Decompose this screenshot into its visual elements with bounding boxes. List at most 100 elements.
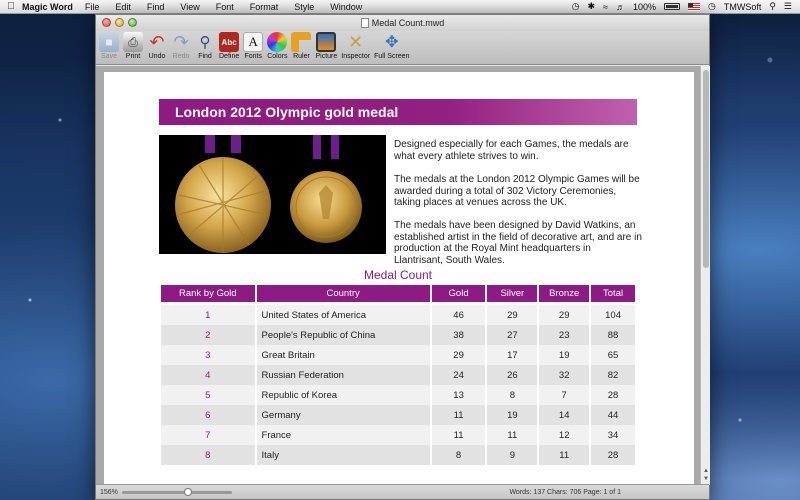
cell-silver[interactable]: 11 xyxy=(487,425,538,445)
menu-font[interactable]: Font xyxy=(216,2,234,12)
battery-percent[interactable]: 100% xyxy=(633,2,656,12)
menu-style[interactable]: Style xyxy=(294,2,314,12)
scroll-arrows[interactable]: ▲ ▼ xyxy=(701,467,711,483)
zoom-button[interactable] xyxy=(128,18,137,27)
cell-country[interactable]: People's Republic of China xyxy=(256,325,430,345)
cell-silver[interactable]: 17 xyxy=(487,345,538,365)
paragraph-1[interactable]: Designed especially for each Games, the … xyxy=(394,139,642,162)
battery-icon[interactable] xyxy=(663,3,680,10)
cell-rank[interactable]: 4 xyxy=(161,365,255,385)
cell-rank[interactable]: 2 xyxy=(161,325,255,345)
cell-country[interactable]: Russian Federation xyxy=(256,365,430,385)
cell-gold[interactable]: 11 xyxy=(431,425,486,445)
scroll-thumb[interactable] xyxy=(703,70,709,268)
document-area[interactable]: London 2012 Olympic gold medal Designed … xyxy=(96,66,700,485)
cell-gold[interactable]: 24 xyxy=(431,365,486,385)
paragraph-3[interactable]: The medals have been designed by David W… xyxy=(394,220,642,266)
redo-button[interactable]: ↷ Redo xyxy=(171,31,191,61)
menu-view[interactable]: View xyxy=(180,2,199,12)
cell-bronze[interactable]: 19 xyxy=(539,345,590,365)
cell-country[interactable]: Germany xyxy=(256,405,430,425)
cell-total[interactable]: 82 xyxy=(591,365,635,385)
paragraph-2[interactable]: The medals at the London 2012 Olympic Ga… xyxy=(394,174,642,209)
vertical-scrollbar[interactable]: ▲ ▼ xyxy=(700,66,710,485)
cell-gold[interactable]: 8 xyxy=(431,445,486,465)
user-name[interactable]: TMWSoft xyxy=(724,2,762,12)
cell-bronze[interactable]: 32 xyxy=(539,365,590,385)
full-screen-button[interactable]: ✥ Full Screen xyxy=(374,31,409,60)
picture-button[interactable]: Picture xyxy=(315,31,337,60)
menu-find[interactable]: Find xyxy=(147,2,165,12)
gold-medals-image[interactable] xyxy=(159,135,386,254)
cell-total[interactable]: 28 xyxy=(591,385,635,405)
cell-silver[interactable]: 9 xyxy=(487,445,538,465)
define-button[interactable]: Abc Define xyxy=(219,31,239,60)
menu-format[interactable]: Format xyxy=(250,2,279,12)
colors-button[interactable]: Colors xyxy=(267,31,287,60)
cell-total[interactable]: 28 xyxy=(591,445,635,465)
cell-total[interactable]: 44 xyxy=(591,405,635,425)
close-button[interactable] xyxy=(102,18,111,27)
cell-silver[interactable]: 26 xyxy=(487,365,538,385)
menu-window[interactable]: Window xyxy=(330,2,362,12)
time-machine-icon[interactable]: ◷ xyxy=(572,1,580,12)
ruler-button[interactable]: Ruler xyxy=(291,31,312,60)
cell-country[interactable]: Great Britain xyxy=(256,345,430,365)
cell-bronze[interactable]: 14 xyxy=(539,405,590,425)
cell-country[interactable]: Italy xyxy=(256,445,430,465)
cell-gold[interactable]: 29 xyxy=(431,345,486,365)
cell-gold[interactable]: 46 xyxy=(431,305,486,325)
volume-icon[interactable]: ♬ xyxy=(616,2,625,12)
cell-total[interactable]: 65 xyxy=(591,345,635,365)
cell-rank[interactable]: 1 xyxy=(161,305,255,325)
spotlight-icon[interactable]: ⚲ xyxy=(769,1,776,12)
cell-bronze[interactable]: 29 xyxy=(539,305,590,325)
cell-bronze[interactable]: 23 xyxy=(539,325,590,345)
cell-silver[interactable]: 19 xyxy=(487,405,538,425)
fonts-button[interactable]: A Fonts xyxy=(243,31,264,60)
scroll-up-icon[interactable]: ▲ xyxy=(701,467,711,475)
menu-edit[interactable]: Edit xyxy=(115,2,131,12)
cell-bronze[interactable]: 7 xyxy=(539,385,590,405)
cell-bronze[interactable]: 12 xyxy=(539,425,590,445)
cell-bronze[interactable]: 11 xyxy=(539,445,590,465)
cell-rank[interactable]: 7 xyxy=(161,425,255,445)
undo-button[interactable]: ↶ Undo xyxy=(147,31,167,61)
table-row: 8 Italy 8 9 11 28 xyxy=(161,445,635,465)
cell-country[interactable]: Republic of Korea xyxy=(256,385,430,405)
apple-menu-icon[interactable]:  xyxy=(0,1,22,12)
zoom-slider-knob[interactable] xyxy=(184,487,192,496)
find-button[interactable]: ⚲ Find xyxy=(195,31,215,60)
print-button[interactable]: ⎙ Print xyxy=(123,31,143,60)
cell-rank[interactable]: 6 xyxy=(161,405,255,425)
menu-app-name[interactable]: Magic Word xyxy=(22,2,73,12)
cell-rank[interactable]: 3 xyxy=(161,345,255,365)
cell-total[interactable]: 88 xyxy=(591,325,635,345)
cell-country[interactable]: France xyxy=(256,425,430,445)
title-bar[interactable]: Medal Count.mwd xyxy=(96,15,709,31)
cell-silver[interactable]: 29 xyxy=(487,305,538,325)
bluetooth-icon[interactable]: ✱ xyxy=(587,1,595,12)
clock-icon[interactable]: ◷ xyxy=(708,1,716,12)
wifi-icon[interactable]: ≈ xyxy=(603,2,608,12)
cell-country[interactable]: United States of America xyxy=(256,305,430,325)
cell-gold[interactable]: 13 xyxy=(431,385,486,405)
scroll-down-icon[interactable]: ▼ xyxy=(701,475,711,483)
cell-gold[interactable]: 38 xyxy=(431,325,486,345)
cell-total[interactable]: 104 xyxy=(591,305,635,325)
minimize-button[interactable] xyxy=(115,18,124,27)
cell-silver[interactable]: 8 xyxy=(487,385,538,405)
inspector-button[interactable]: ✕ Inspector xyxy=(341,31,370,61)
input-source-flag-icon[interactable] xyxy=(687,2,700,11)
cell-total[interactable]: 34 xyxy=(591,425,635,445)
cell-silver[interactable]: 27 xyxy=(487,325,538,345)
document-page[interactable]: London 2012 Olympic gold medal Designed … xyxy=(104,72,694,485)
medal-count-table[interactable]: Rank by Gold Country Gold Silver Bronze … xyxy=(159,285,637,465)
zoom-slider[interactable] xyxy=(122,487,232,496)
menu-file[interactable]: File xyxy=(85,2,100,12)
cell-gold[interactable]: 11 xyxy=(431,405,486,425)
cell-rank[interactable]: 8 xyxy=(161,445,255,465)
cell-rank[interactable]: 5 xyxy=(161,385,255,405)
save-button[interactable]: ■ Save xyxy=(99,31,119,60)
notification-center-icon[interactable]: ☰ xyxy=(784,1,792,12)
